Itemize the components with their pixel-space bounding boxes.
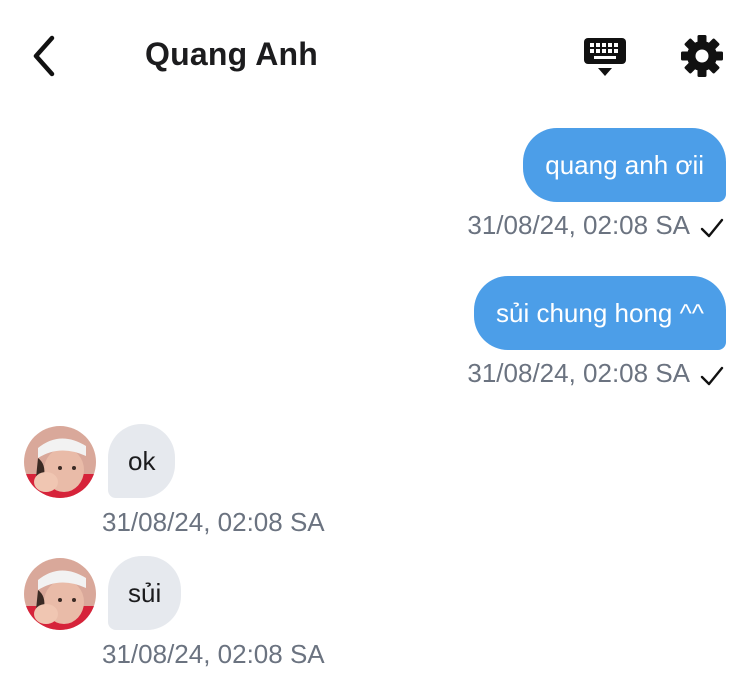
page-title: Quang Anh <box>145 36 319 72</box>
avatar[interactable] <box>24 426 96 498</box>
message-text: ok <box>128 446 156 476</box>
chat-screen: Quang Anh quang anh ơii 31/08/24, 02:08 … <box>0 0 750 679</box>
incoming-message-bubble[interactable]: ok <box>108 424 176 498</box>
keyboard-icon <box>584 38 626 76</box>
outgoing-message-bubble[interactable]: quang anh ơii <box>523 128 726 202</box>
chevron-left-icon <box>33 35 55 77</box>
message-timestamp: 31/08/24, 02:08 SA <box>102 639 325 669</box>
settings-button[interactable] <box>680 34 724 78</box>
outgoing-message-bubble[interactable]: sủi chung hong ^^ <box>474 276 726 350</box>
check-icon <box>700 218 724 238</box>
avatar-image <box>24 426 96 498</box>
avatar[interactable] <box>24 558 96 630</box>
gear-icon <box>681 35 723 77</box>
message-timestamp: 31/08/24, 02:08 SA <box>467 358 690 388</box>
incoming-message-bubble[interactable]: sủi <box>108 556 182 630</box>
back-button[interactable] <box>22 30 70 82</box>
chat-header: Quang Anh <box>0 0 750 110</box>
message-timestamp: 31/08/24, 02:08 SA <box>102 507 325 537</box>
message-timestamp: 31/08/24, 02:08 SA <box>467 210 690 240</box>
keyboard-toggle-button[interactable] <box>582 34 630 80</box>
message-text: quang anh ơii <box>545 150 704 180</box>
message-text: sủi <box>128 578 162 608</box>
avatar-image <box>24 558 96 630</box>
message-text: sủi chung hong ^^ <box>496 298 704 328</box>
check-icon <box>700 366 724 386</box>
